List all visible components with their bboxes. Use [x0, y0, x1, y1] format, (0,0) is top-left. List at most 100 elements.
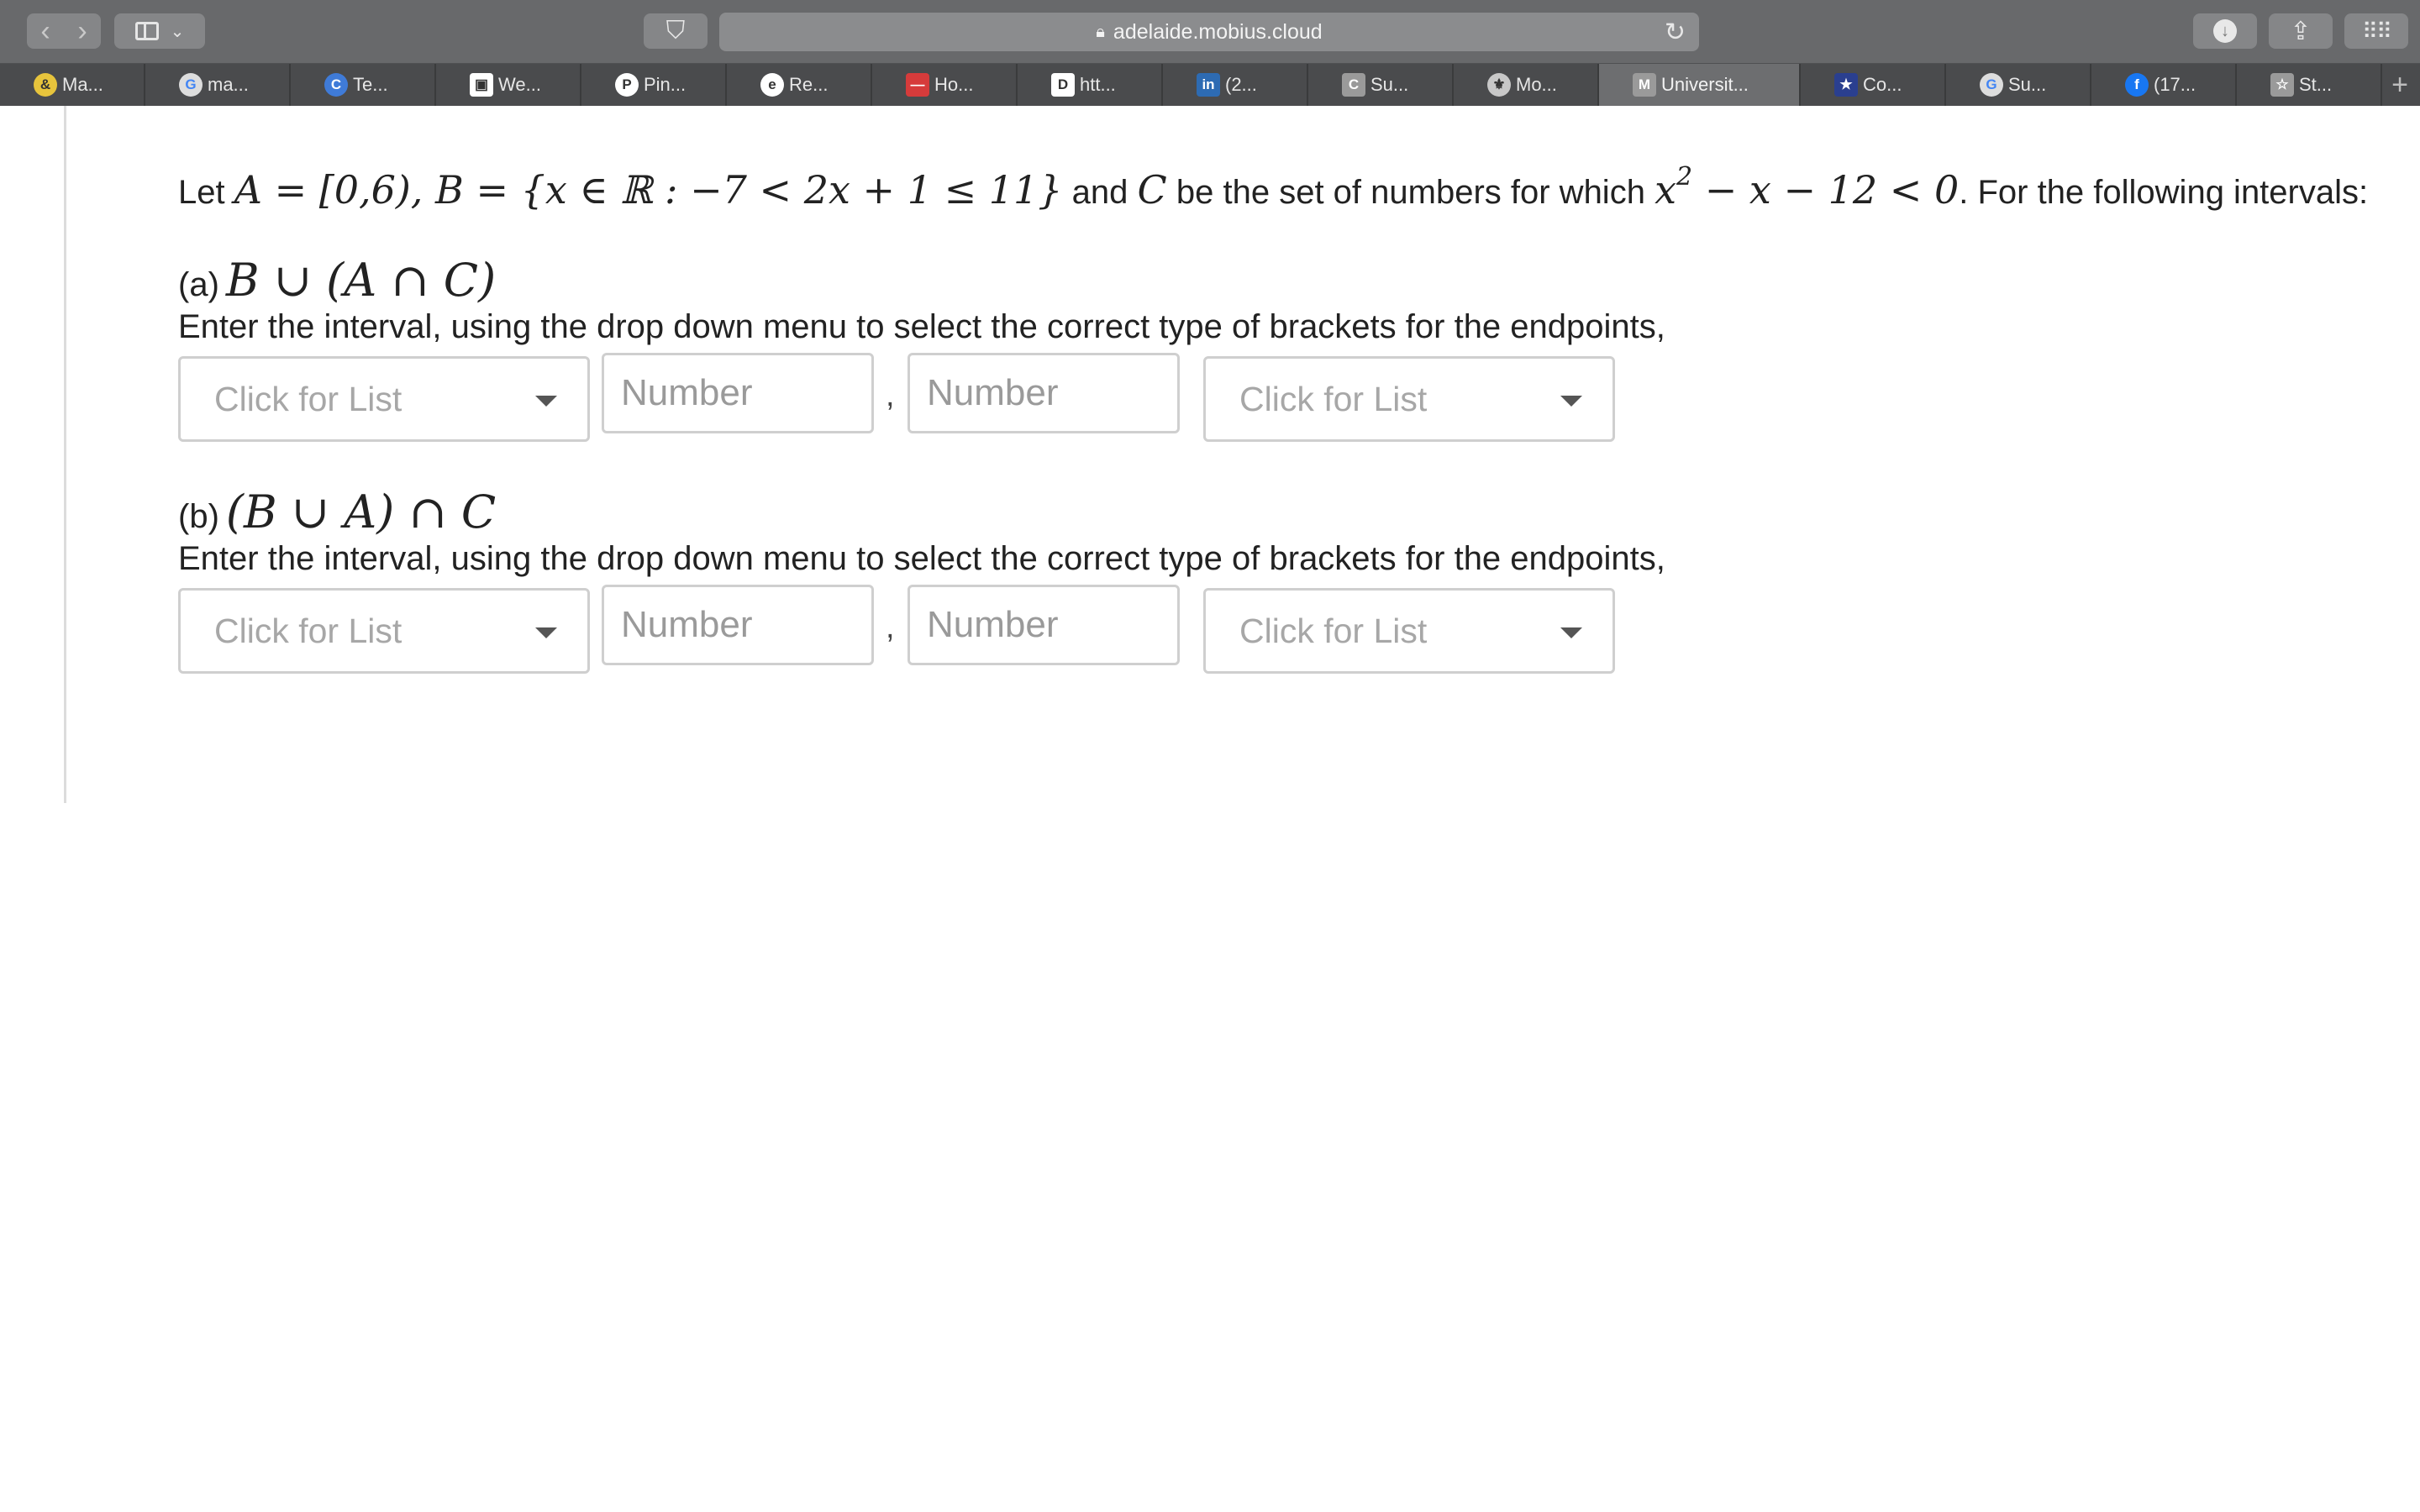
sidebar-icon: [134, 22, 159, 40]
star-badge-icon: ★: [1834, 73, 1858, 97]
select-label: Click for List: [214, 379, 402, 418]
url-text: adelaide.mobius.cloud: [1113, 19, 1323, 44]
part-a-left-bracket-select[interactable]: Click for List: [178, 356, 590, 443]
tab-ma-2[interactable]: Gma...: [145, 64, 291, 106]
tab-label: (17...: [2154, 74, 2196, 95]
left-border: [64, 106, 66, 803]
part-b-left-number-input[interactable]: [602, 585, 874, 666]
statement-text: Let: [178, 174, 225, 211]
set-definitions-math: A = [0,6), B = {x ∈ ℝ : −7 < 2x + 1 ≤ 11…: [234, 167, 1063, 213]
tab-pin[interactable]: P Pin...: [581, 64, 727, 106]
part-b-right-number-input[interactable]: [908, 585, 1180, 666]
reload-icon[interactable]: ↻: [1665, 18, 1686, 47]
tab-label: htt...: [1080, 74, 1116, 95]
sidebar-toggle-button[interactable]: ⌄: [114, 13, 205, 49]
inequality-math: x2 − x − 12 < 0: [1655, 162, 1960, 213]
select-label: Click for List: [1239, 379, 1428, 418]
lock-icon: 🔒︎: [1096, 22, 1105, 41]
part-a-heading: (a) B ∪ (A ∩ C): [178, 254, 2363, 307]
statement-text: . For the following intervals:: [1959, 174, 2369, 211]
tab-ma-1[interactable]: & Ma...: [0, 64, 145, 106]
tab-ho[interactable]: — Ho...: [872, 64, 1018, 106]
part-b-left-bracket-select[interactable]: Click for List: [178, 588, 590, 675]
tab-mo[interactable]: ⚜ Mo...: [1454, 64, 1599, 106]
select-label: Click for List: [214, 611, 402, 650]
exponent: 2: [1676, 162, 1693, 192]
google-icon: G: [179, 73, 203, 97]
tab-re[interactable]: e Re...: [727, 64, 872, 106]
download-icon: ↓: [2213, 19, 2237, 43]
tab-te[interactable]: C Te...: [291, 64, 436, 106]
shield-icon: ⛉: [666, 17, 686, 45]
tab-overview-button[interactable]: ⠿⠿: [2344, 13, 2408, 49]
tab-label: Pin...: [644, 74, 687, 95]
tab-label: Te...: [353, 74, 388, 95]
share-icon: ⇪: [2290, 17, 2312, 45]
tab-label: We...: [498, 74, 541, 95]
tab-university-active[interactable]: M Universit...: [1599, 64, 1801, 106]
statement-text: be the set of numbers for which: [1176, 174, 1645, 211]
tab-label: Re...: [789, 74, 829, 95]
downloads-button[interactable]: ↓: [2193, 13, 2257, 49]
part-a-label: (a): [178, 266, 219, 304]
part-a-left-number-input[interactable]: [602, 353, 874, 434]
question-body: Let A = [0,6), B = {x ∈ ℝ : −7 < 2x + 1 …: [178, 160, 2368, 677]
caret-down-icon: [1560, 396, 1582, 407]
star-icon: ☆: [2270, 73, 2294, 97]
tab-htt[interactable]: Dhtt...: [1018, 64, 1163, 106]
tab-label: Mo...: [1516, 74, 1557, 95]
tab-label: Co...: [1863, 74, 1902, 95]
back-icon[interactable]: ‹: [27, 13, 64, 49]
google-icon: G: [1980, 73, 2003, 97]
address-bar[interactable]: 🔒︎ adelaide.mobius.cloud ↻: [719, 13, 1699, 51]
tab-su-1[interactable]: C Su...: [1308, 64, 1454, 106]
part-a-instruction: Enter the interval, using the drop down …: [178, 308, 1665, 346]
c-logo-icon: C: [324, 73, 348, 97]
share-button[interactable]: ⇪: [2269, 13, 2333, 49]
select-label: Click for List: [1239, 611, 1428, 650]
privacy-shield-button[interactable]: ⛉: [644, 13, 708, 49]
part-b-label: (b): [178, 498, 219, 536]
part-a-answer-row: Click for List , Click for List: [178, 353, 2363, 445]
part-b-heading: (b) (B ∪ A) ∩ C: [178, 486, 2363, 538]
tab-label: (2...: [1225, 74, 1257, 95]
variable-x: x: [1655, 167, 1677, 213]
tab-linkedin[interactable]: in (2...: [1163, 64, 1308, 106]
separator-comma: ,: [886, 610, 895, 646]
crest-icon: ⚜: [1487, 73, 1511, 97]
red-flag-icon: —: [906, 73, 929, 97]
part-a-right-number-input[interactable]: [908, 353, 1180, 434]
problem-statement: Let A = [0,6), B = {x ∈ ℝ : −7 < 2x + 1 …: [178, 160, 2368, 217]
facebook-icon: f: [2125, 73, 2149, 97]
tab-we[interactable]: ▣ We...: [436, 64, 581, 106]
grid-icon: ⠿⠿: [2361, 18, 2392, 44]
tab-bar: & Ma... Gma... C Te... ▣ We... P Pin... e Re.…: [0, 64, 2420, 106]
new-tab-button[interactable]: +: [2382, 64, 2420, 106]
part-a-right-bracket-select[interactable]: Click for List: [1203, 356, 1615, 443]
linkedin-icon: in: [1197, 73, 1220, 97]
chevron-down-icon: ⌄: [170, 22, 185, 41]
tab-su-2[interactable]: G Su...: [1946, 64, 2091, 106]
tab-label: Ma...: [62, 74, 103, 95]
inequality-rest: − x − 12 < 0: [1692, 167, 1960, 213]
forward-icon[interactable]: ›: [64, 13, 101, 49]
m-logo-icon: M: [1633, 73, 1656, 97]
ampersand-icon: &: [34, 73, 57, 97]
tab-label: Su...: [2008, 74, 2047, 95]
e-logo-icon: e: [760, 73, 784, 97]
tab-label: St...: [2299, 74, 2333, 95]
pinterest-icon: P: [615, 73, 639, 97]
tab-label: Universit...: [1661, 74, 1749, 95]
tab-label: Ho...: [934, 74, 974, 95]
tab-st[interactable]: ☆ St...: [2237, 64, 2382, 106]
part-b-right-bracket-select[interactable]: Click for List: [1203, 588, 1615, 675]
tab-co[interactable]: ★ Co...: [1801, 64, 1946, 106]
caret-down-icon: [535, 396, 557, 407]
tab-facebook[interactable]: f (17...: [2091, 64, 2237, 106]
set-c-math: C: [1137, 167, 1167, 213]
square-logo-icon: ▣: [470, 73, 493, 97]
tab-label: ma...: [208, 74, 249, 95]
caret-down-icon: [535, 627, 557, 639]
separator-comma: ,: [886, 378, 895, 414]
tab-label: Su...: [1370, 74, 1409, 95]
